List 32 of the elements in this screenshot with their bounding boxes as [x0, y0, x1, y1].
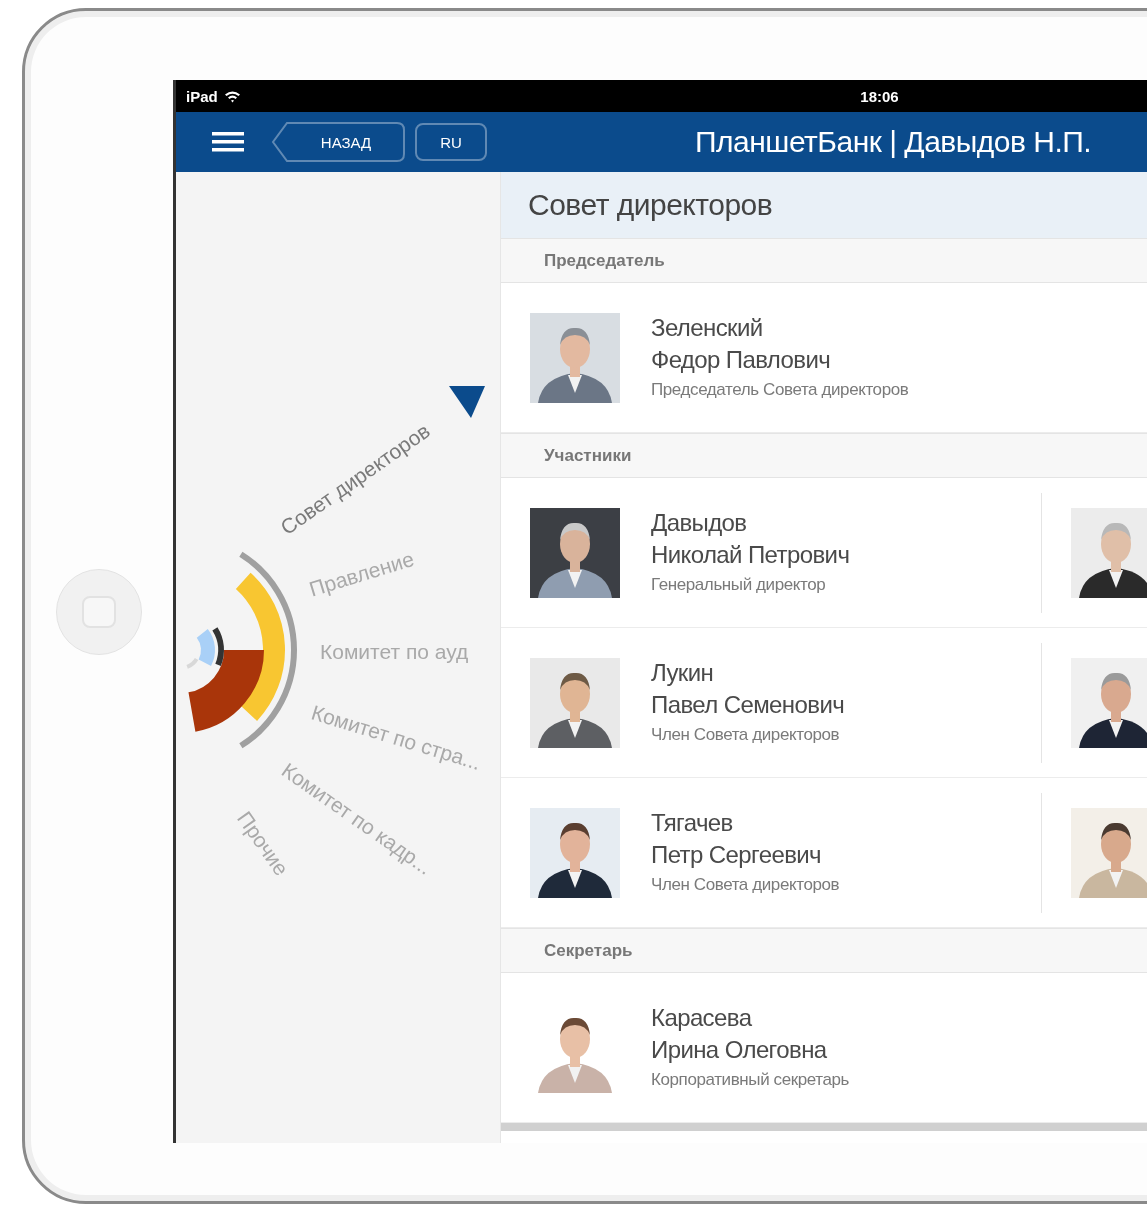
person-name: Николай Петрович — [651, 539, 851, 570]
person-name: Павел Семенович — [651, 689, 846, 720]
person-name: Ирина Олеговна — [651, 1034, 828, 1065]
page-title: Совет директоров — [528, 188, 773, 222]
person-role: Председатель Совета директоров — [651, 378, 910, 401]
person-row[interactable]: Давыдов Николай Петрович Генеральный директор — [501, 478, 1147, 628]
person-row[interactable]: Лукин Павел Семенович Член Совета директоров — [501, 628, 1147, 778]
person-role: Член Совета директоров — [651, 723, 841, 746]
app-title: ПланшетБанк | Давыдов Н.П. — [695, 125, 1092, 159]
person-name: Петр Сергеевич — [651, 839, 823, 870]
device-name: iPad — [186, 87, 218, 105]
wifi-icon — [223, 89, 241, 103]
person-surname: Карасева — [651, 1002, 753, 1033]
section-title: Участники — [544, 445, 632, 466]
back-button[interactable]: НАЗАД — [271, 122, 405, 162]
person-role: Член Совета директоров — [651, 873, 841, 896]
person-surname: Зеленский — [651, 312, 764, 343]
section-title: Председатель — [544, 250, 665, 271]
selection-marker-icon — [449, 386, 485, 418]
person-row[interactable]: Зеленский Федор Павлович Председатель Совета директоров — [501, 283, 1147, 433]
status-time: 18:06 — [860, 87, 899, 105]
person-role: Генеральный директор — [651, 573, 827, 596]
person-row[interactable]: Тягачев Петр Сергеевич Член Совета директоров — [501, 778, 1147, 928]
person-role: Корпоративный секретарь — [651, 1068, 851, 1091]
person-name: Федор Павлович — [651, 344, 832, 375]
menu-icon[interactable] — [212, 132, 244, 152]
language-button[interactable]: RU — [415, 123, 487, 161]
section-title: Секретарь — [544, 940, 633, 961]
person-row[interactable]: Карасева Ирина Олеговна Корпоративный секретарь — [501, 973, 1147, 1123]
person-surname: Тягачев — [651, 807, 734, 838]
person-surname: Давыдов — [651, 507, 748, 538]
person-surname: Лукин — [651, 657, 715, 688]
